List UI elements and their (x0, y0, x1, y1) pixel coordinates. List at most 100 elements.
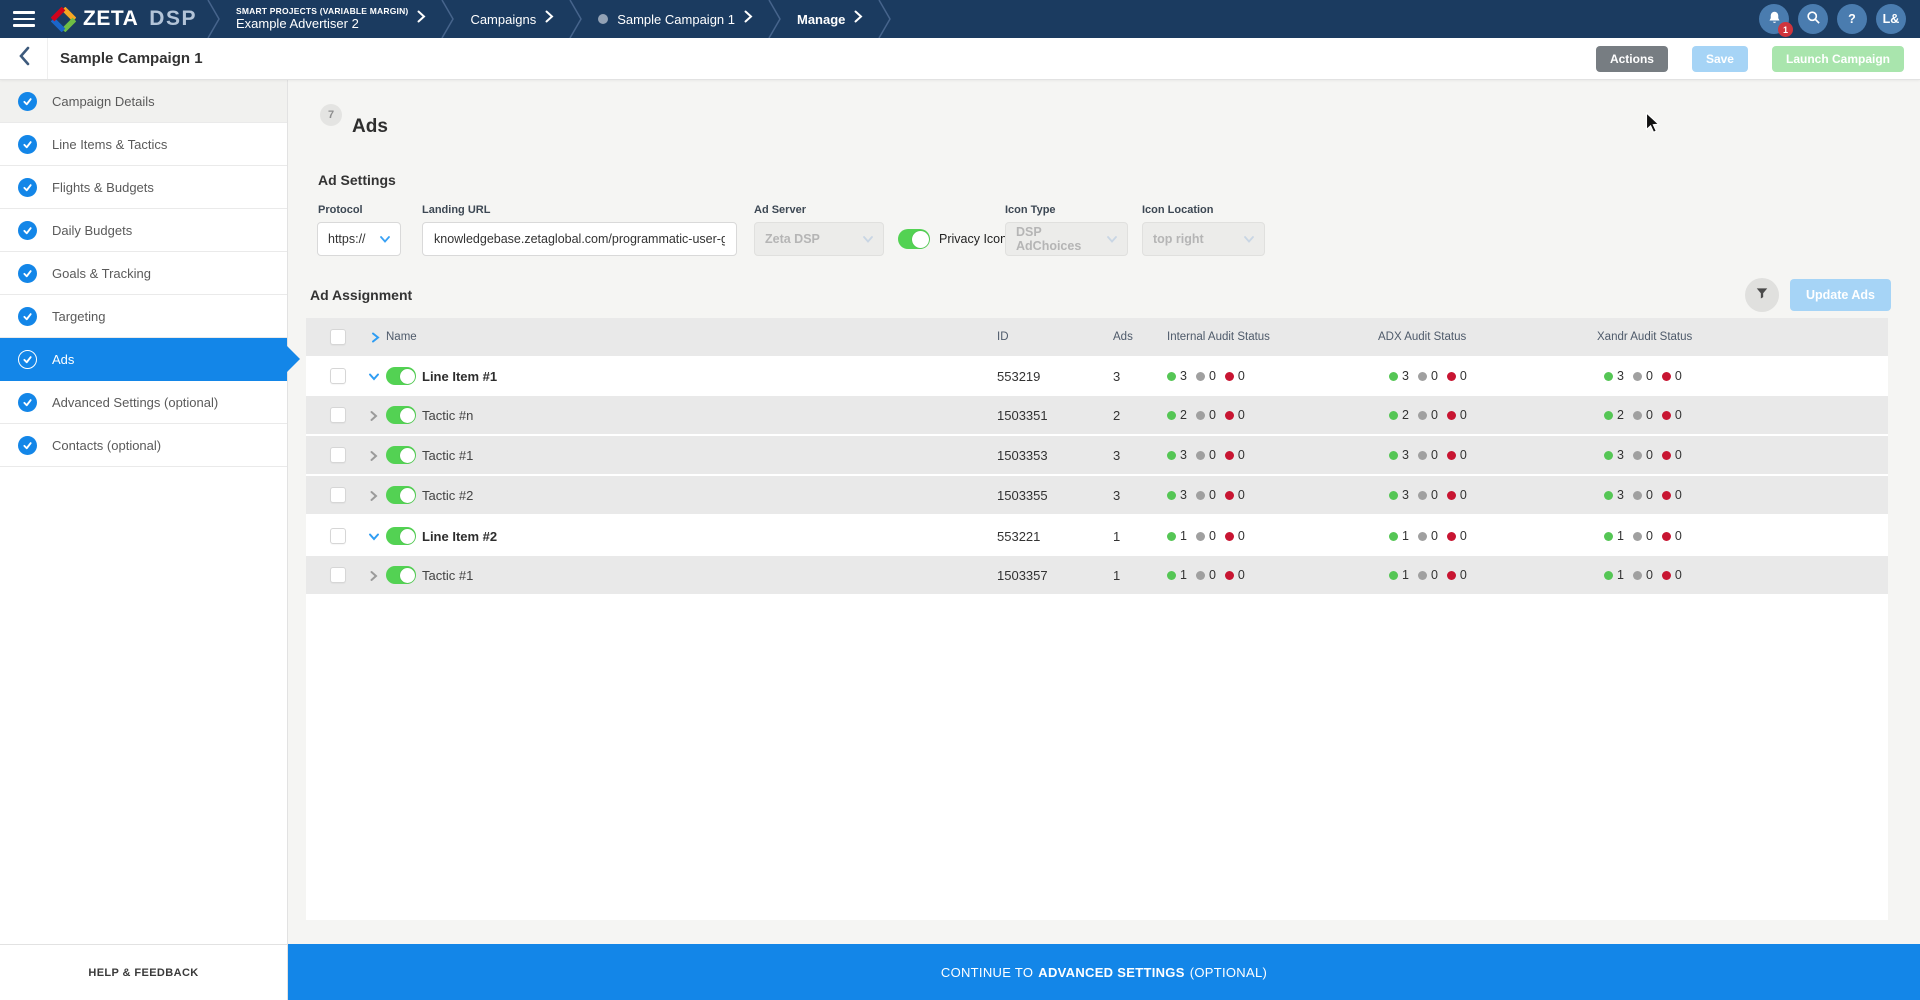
search-button[interactable] (1798, 4, 1828, 34)
table-header-row: Name ID Ads Internal Audit Status ADX Au… (306, 318, 1888, 356)
landing-url-input[interactable] (422, 222, 737, 256)
column-header-name[interactable]: Name (386, 318, 417, 356)
row-name[interactable]: Line Item #1 (422, 356, 497, 396)
continue-button[interactable]: CONTINUE TO ADVANCED SETTINGS (OPTIONAL) (288, 944, 1920, 1000)
column-header-xandr[interactable]: Xandr Audit Status (1597, 318, 1692, 356)
protocol-select[interactable]: https:// (317, 222, 401, 256)
row-checkbox[interactable] (330, 567, 346, 583)
column-header-ads[interactable]: Ads (1113, 318, 1133, 356)
select-all-checkbox[interactable] (330, 329, 346, 345)
sidebar-item-ads[interactable]: Ads (0, 338, 300, 381)
save-button[interactable]: Save (1691, 45, 1748, 72)
pending-dot (1632, 531, 1642, 541)
search-icon (1806, 10, 1821, 28)
protocol-label: Protocol (318, 204, 363, 216)
sidebar-item-advanced-settings[interactable]: Advanced Settings (optional) (0, 381, 287, 424)
breadcrumb-advertiser[interactable]: SMART PROJECTS (VARIABLE MARGIN) Example… (221, 0, 441, 38)
chevron-right-icon (545, 10, 554, 28)
help-button[interactable]: ? (1837, 4, 1867, 34)
xandr-audit-status: 2 0 0 (1604, 396, 1691, 434)
row-name[interactable]: Tactic #1 (422, 436, 473, 474)
row-name[interactable]: Tactic #1 (422, 556, 473, 594)
chevron-down-icon[interactable] (368, 370, 380, 382)
privacy-icon-toggle[interactable] (898, 229, 930, 249)
ad-server-label: Ad Server (754, 204, 806, 216)
sidebar-item-daily-budgets[interactable]: Daily Budgets (0, 209, 287, 252)
chevron-right-icon[interactable] (368, 569, 380, 581)
breadcrumb-separator (768, 0, 782, 38)
adx-audit-status: 2 0 0 (1389, 396, 1476, 434)
column-header-id[interactable]: ID (997, 318, 1009, 356)
row-enabled-toggle[interactable] (386, 527, 416, 545)
internal-audit-status: 3 0 0 (1167, 436, 1254, 474)
row-name[interactable]: Tactic #n (422, 396, 473, 434)
breadcrumb: SMART PROJECTS (VARIABLE MARGIN) Example… (207, 0, 892, 38)
notifications-button[interactable]: 1 (1759, 4, 1793, 37)
icon-type-label: Icon Type (1005, 204, 1056, 216)
table-row-tactic-1[interactable]: Tactic #1 1503353 3 3 0 0 3 0 0 3 0 0 (306, 436, 1888, 476)
sidebar-item-label: Flights & Budgets (52, 179, 154, 195)
check-icon (18, 177, 37, 197)
row-enabled-toggle[interactable] (386, 406, 416, 424)
row-enabled-toggle[interactable] (386, 486, 416, 504)
column-header-adx[interactable]: ADX Audit Status (1378, 318, 1466, 356)
rejected-dot (1446, 410, 1456, 420)
breadcrumb-manage[interactable]: Manage (782, 0, 878, 38)
sidebar-item-flights-budgets[interactable]: Flights & Budgets (0, 166, 287, 209)
approved-dot (1604, 371, 1613, 381)
filter-button[interactable] (1745, 278, 1779, 312)
rejected-dot (1661, 371, 1671, 381)
sidebar-item-goals-tracking[interactable]: Goals & Tracking (0, 252, 287, 295)
pending-dot (1632, 450, 1642, 460)
row-enabled-toggle[interactable] (386, 566, 416, 584)
column-header-internal[interactable]: Internal Audit Status (1167, 318, 1270, 356)
table-row-tactic-n[interactable]: Tactic #n 1503351 2 2 0 0 2 0 0 2 0 0 (306, 396, 1888, 436)
chevron-right-icon[interactable] (370, 318, 381, 356)
rejected-dot (1446, 371, 1456, 381)
row-id: 1503353 (997, 447, 1048, 463)
row-checkbox[interactable] (330, 487, 346, 503)
icon-location-label: Icon Location (1142, 204, 1214, 216)
chevron-right-icon[interactable] (368, 409, 380, 421)
help-feedback-button[interactable]: HELP & FEEDBACK (0, 944, 288, 1000)
chevron-right-icon[interactable] (368, 449, 380, 461)
row-name[interactable]: Tactic #2 (422, 476, 473, 514)
back-button[interactable] (0, 38, 48, 79)
sidebar-item-campaign-details[interactable]: Campaign Details (0, 80, 287, 123)
table-row-tactic-1b[interactable]: Tactic #1 1503357 1 1 0 0 1 0 0 1 0 0 (306, 556, 1888, 596)
row-name[interactable]: Line Item #2 (422, 516, 497, 556)
breadcrumb-separator (878, 0, 892, 38)
zeta-diamond-icon (51, 6, 76, 32)
breadcrumb-campaign[interactable]: Sample Campaign 1 (583, 0, 768, 38)
menu-icon[interactable] (13, 11, 35, 27)
row-enabled-toggle[interactable] (386, 446, 416, 464)
table-row-tactic-2[interactable]: Tactic #2 1503355 3 3 0 0 3 0 0 3 0 0 (306, 476, 1888, 516)
rejected-dot (1224, 490, 1234, 500)
sidebar-item-line-items-tactics[interactable]: Line Items & Tactics (0, 123, 287, 166)
table-row-line-item-1[interactable]: Line Item #1 553219 3 3 0 0 3 0 0 3 0 0 (306, 356, 1888, 396)
sidebar-item-targeting[interactable]: Targeting (0, 295, 287, 338)
approved-dot (1389, 450, 1398, 460)
row-checkbox[interactable] (330, 368, 346, 384)
row-ads-count: 1 (1113, 567, 1121, 583)
pending-dot (1632, 570, 1642, 580)
approved-dot (1167, 570, 1176, 580)
launch-campaign-button[interactable]: Launch Campaign (1771, 45, 1904, 72)
avatar[interactable]: L& (1876, 4, 1906, 34)
table-row-line-item-2[interactable]: Line Item #2 553221 1 1 0 0 1 0 0 1 0 0 (306, 516, 1888, 556)
row-checkbox[interactable] (330, 407, 346, 423)
chevron-right-icon[interactable] (368, 489, 380, 501)
row-checkbox[interactable] (330, 528, 346, 544)
breadcrumb-campaigns[interactable]: Campaigns (455, 0, 569, 38)
chevron-down-icon[interactable] (368, 530, 380, 542)
approved-dot (1604, 531, 1613, 541)
chevron-right-icon (417, 10, 426, 28)
row-enabled-toggle[interactable] (386, 367, 416, 385)
actions-button[interactable]: Actions (1595, 45, 1668, 72)
row-checkbox[interactable] (330, 447, 346, 463)
sidebar-item-contacts[interactable]: Contacts (optional) (0, 424, 287, 467)
approved-dot (1167, 450, 1176, 460)
internal-audit-status: 2 0 0 (1167, 396, 1254, 434)
zeta-dsp-logo[interactable]: ZETA DSP (51, 6, 197, 32)
update-ads-button[interactable]: Update Ads (1790, 279, 1891, 311)
